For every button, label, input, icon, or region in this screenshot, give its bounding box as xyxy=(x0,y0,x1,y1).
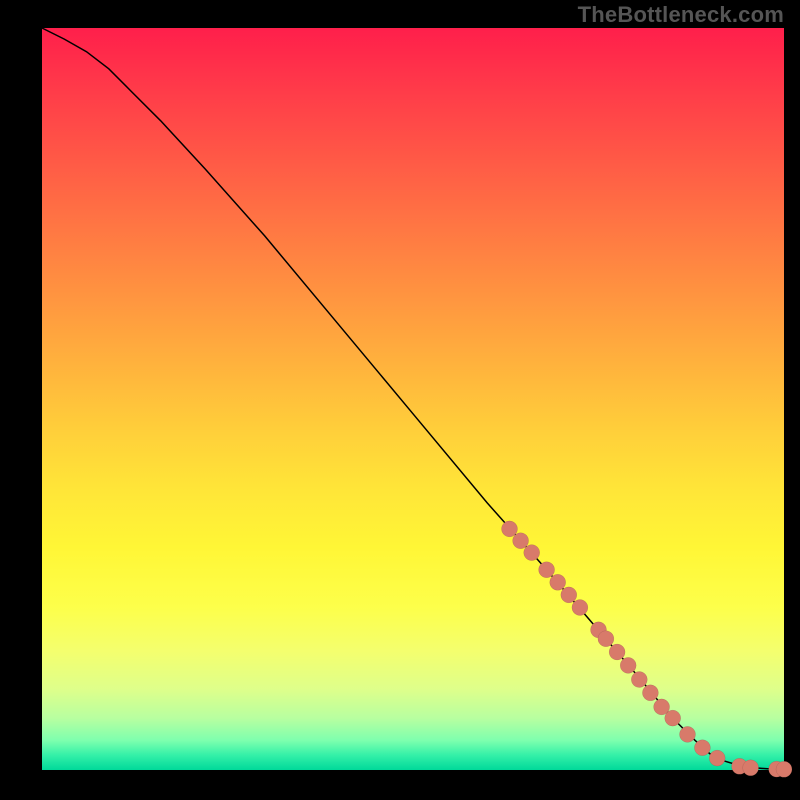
data-dot xyxy=(513,533,529,549)
data-dot xyxy=(680,726,696,742)
data-dot xyxy=(609,644,625,660)
plot-area xyxy=(42,28,784,770)
data-dot xyxy=(539,562,555,578)
data-dot xyxy=(743,760,759,776)
data-dot xyxy=(598,631,614,647)
bottleneck-curve xyxy=(42,28,784,769)
data-dot xyxy=(502,521,518,537)
data-dot xyxy=(642,685,658,701)
data-dots xyxy=(502,521,793,777)
data-dot xyxy=(524,545,540,561)
data-dot xyxy=(561,587,577,603)
chart-frame: TheBottleneck.com xyxy=(0,0,800,800)
data-dot xyxy=(620,657,636,673)
data-dot xyxy=(550,574,566,590)
plot-overlay xyxy=(42,28,784,770)
data-dot xyxy=(694,740,710,756)
data-dot xyxy=(776,761,792,777)
data-dot xyxy=(709,750,725,766)
data-dot xyxy=(572,600,588,616)
watermark-text: TheBottleneck.com xyxy=(578,2,784,28)
data-dot xyxy=(631,672,647,688)
data-dot xyxy=(665,710,681,726)
